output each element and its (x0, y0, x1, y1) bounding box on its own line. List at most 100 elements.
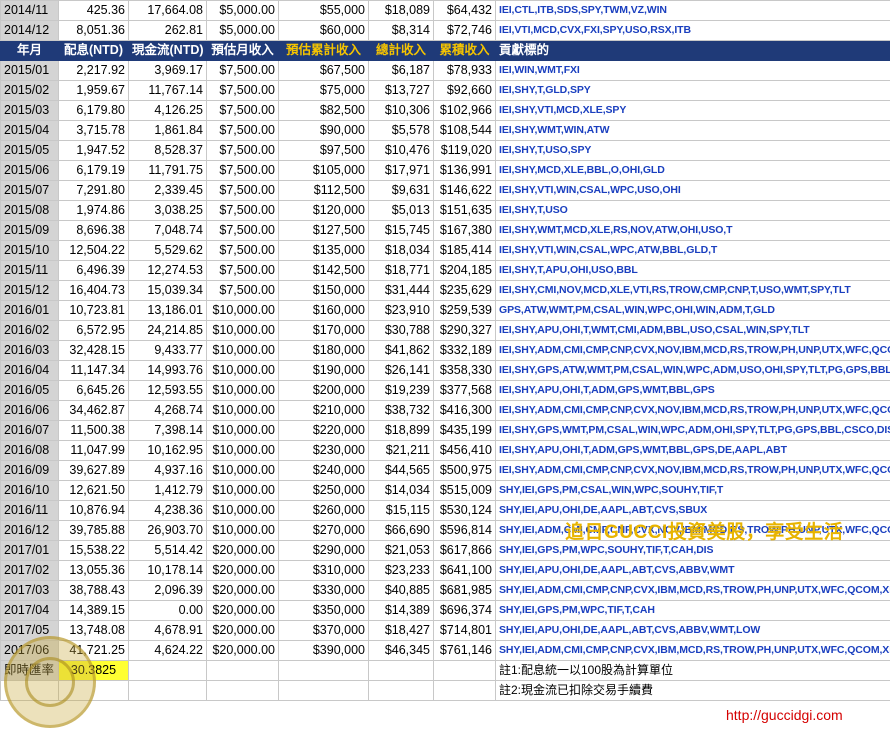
row-total[interactable]: $10,306 (368, 100, 434, 121)
row-cashflow[interactable]: 11,791.75 (128, 160, 207, 181)
row-accum[interactable]: $108,544 (433, 120, 496, 141)
row-est-cumulative[interactable]: $75,000 (278, 80, 369, 101)
row-est-cumulative[interactable]: $210,000 (278, 400, 369, 421)
row-stocks[interactable]: SHY,IEI,ADM,CMI,CMP,CNP,CVX,NOV,IBM,MCD,… (495, 520, 890, 541)
row-month[interactable]: 2015/12 (0, 280, 59, 301)
row-cashflow[interactable]: 4,126.25 (128, 100, 207, 121)
row-month[interactable]: 2014/11 (0, 0, 59, 21)
row-dividend[interactable]: 6,179.19 (58, 160, 129, 181)
row-est-cumulative[interactable]: $135,000 (278, 240, 369, 261)
row-total[interactable]: $18,089 (368, 0, 434, 21)
row-est-monthly[interactable]: $10,000.00 (206, 340, 279, 361)
row-dividend[interactable]: 14,389.15 (58, 600, 129, 621)
row-dividend[interactable]: 6,645.26 (58, 380, 129, 401)
row-month[interactable]: 2016/08 (0, 440, 59, 461)
row-dividend[interactable]: 32,428.15 (58, 340, 129, 361)
row-accum[interactable]: $151,635 (433, 200, 496, 221)
row-dividend[interactable]: 425.36 (58, 0, 129, 21)
row-est-cumulative[interactable]: $330,000 (278, 580, 369, 601)
row-total[interactable]: $5,578 (368, 120, 434, 141)
row-accum[interactable]: $119,020 (433, 140, 496, 161)
row-dividend[interactable]: 3,715.78 (58, 120, 129, 141)
row-est-cumulative[interactable]: $60,000 (278, 20, 369, 41)
row-accum[interactable]: $617,866 (433, 540, 496, 561)
empty-cell[interactable] (206, 660, 279, 681)
row-est-monthly[interactable]: $10,000.00 (206, 300, 279, 321)
row-est-monthly[interactable]: $10,000.00 (206, 320, 279, 341)
row-total[interactable]: $38,732 (368, 400, 434, 421)
row-stocks[interactable]: IEI,SHY,APU,OHI,T,WMT,CMI,ADM,BBL,USO,CS… (495, 320, 890, 341)
row-stocks[interactable]: IEI,SHY,APU,OHI,T,ADM,GPS,WMT,BBL,GPS (495, 380, 890, 401)
row-est-monthly[interactable]: $7,500.00 (206, 60, 279, 81)
row-month[interactable]: 2016/03 (0, 340, 59, 361)
row-stocks[interactable]: GPS,ATW,WMT,PM,CSAL,WIN,WPC,OHI,WIN,ADM,… (495, 300, 890, 321)
row-stocks[interactable]: SHY,IEI,APU,OHI,DE,AAPL,ABT,CVS,SBUX (495, 500, 890, 521)
header-month[interactable]: 年月 (0, 40, 59, 61)
row-est-monthly[interactable]: $10,000.00 (206, 360, 279, 381)
row-stocks[interactable]: SHY,IEI,APU,OHI,DE,AAPL,ABT,CVS,ABBV,WMT (495, 560, 890, 581)
row-cashflow[interactable]: 10,162.95 (128, 440, 207, 461)
row-month[interactable]: 2015/11 (0, 260, 59, 281)
row-dividend[interactable]: 6,572.95 (58, 320, 129, 341)
row-total[interactable]: $26,141 (368, 360, 434, 381)
row-dividend[interactable]: 13,748.08 (58, 620, 129, 641)
header-accum[interactable]: 累積收入 (433, 40, 496, 61)
row-stocks[interactable]: IEI,VTI,MCD,CVX,FXI,SPY,USO,RSX,ITB (495, 20, 890, 41)
row-accum[interactable]: $259,539 (433, 300, 496, 321)
row-accum[interactable]: $358,330 (433, 360, 496, 381)
row-total[interactable]: $30,788 (368, 320, 434, 341)
row-stocks[interactable]: SHY,IEI,APU,OHI,DE,AAPL,ABT,CVS,ABBV,WMT… (495, 620, 890, 641)
row-accum[interactable]: $681,985 (433, 580, 496, 601)
row-est-monthly[interactable]: $10,000.00 (206, 420, 279, 441)
row-accum[interactable]: $500,975 (433, 460, 496, 481)
empty-cell[interactable] (368, 660, 434, 681)
row-est-monthly[interactable]: $7,500.00 (206, 240, 279, 261)
row-dividend[interactable]: 11,147.34 (58, 360, 129, 381)
empty-cell[interactable] (433, 660, 496, 681)
header-total[interactable]: 總計收入 (368, 40, 434, 61)
row-accum[interactable]: $696,374 (433, 600, 496, 621)
row-est-cumulative[interactable]: $55,000 (278, 0, 369, 21)
row-month[interactable]: 2014/12 (0, 20, 59, 41)
row-cashflow[interactable]: 17,664.08 (128, 0, 207, 21)
row-est-monthly[interactable]: $10,000.00 (206, 400, 279, 421)
row-accum[interactable]: $136,991 (433, 160, 496, 181)
row-est-cumulative[interactable]: $127,500 (278, 220, 369, 241)
row-stocks[interactable]: SHY,IEI,GPS,PM,WPC,SOUHY,TIF,T,CAH,DIS (495, 540, 890, 561)
row-month[interactable]: 2016/07 (0, 420, 59, 441)
row-total[interactable]: $21,053 (368, 540, 434, 561)
row-accum[interactable]: $167,380 (433, 220, 496, 241)
row-est-monthly[interactable]: $7,500.00 (206, 200, 279, 221)
row-est-monthly[interactable]: $7,500.00 (206, 180, 279, 201)
row-est-cumulative[interactable]: $310,000 (278, 560, 369, 581)
row-est-cumulative[interactable]: $67,500 (278, 60, 369, 81)
row-cashflow[interactable]: 4,937.16 (128, 460, 207, 481)
row-cashflow[interactable]: 1,861.84 (128, 120, 207, 141)
row-cashflow[interactable]: 8,528.37 (128, 140, 207, 161)
row-est-monthly[interactable]: $10,000.00 (206, 460, 279, 481)
row-est-monthly[interactable]: $5,000.00 (206, 0, 279, 21)
row-est-monthly[interactable]: $7,500.00 (206, 80, 279, 101)
row-accum[interactable]: $515,009 (433, 480, 496, 501)
row-est-monthly[interactable]: $7,500.00 (206, 140, 279, 161)
row-dividend[interactable]: 7,291.80 (58, 180, 129, 201)
row-total[interactable]: $18,427 (368, 620, 434, 641)
row-total[interactable]: $5,013 (368, 200, 434, 221)
row-total[interactable]: $18,771 (368, 260, 434, 281)
row-cashflow[interactable]: 7,398.14 (128, 420, 207, 441)
row-dividend[interactable]: 8,696.38 (58, 220, 129, 241)
row-month[interactable]: 2015/06 (0, 160, 59, 181)
row-stocks[interactable]: IEI,SHY,T,APU,OHI,USO,BBL (495, 260, 890, 281)
row-est-cumulative[interactable]: $180,000 (278, 340, 369, 361)
row-est-monthly[interactable]: $10,000.00 (206, 380, 279, 401)
row-month[interactable]: 2017/02 (0, 560, 59, 581)
row-stocks[interactable]: IEI,SHY,GPS,WMT,PM,CSAL,WIN,WPC,ADM,OHI,… (495, 420, 890, 441)
row-total[interactable]: $46,345 (368, 640, 434, 661)
row-cashflow[interactable]: 15,039.34 (128, 280, 207, 301)
row-month[interactable]: 2016/10 (0, 480, 59, 501)
empty-cell[interactable] (278, 660, 369, 681)
row-cashflow[interactable]: 2,339.45 (128, 180, 207, 201)
row-dividend[interactable]: 6,496.39 (58, 260, 129, 281)
row-est-cumulative[interactable]: $240,000 (278, 460, 369, 481)
row-total[interactable]: $8,314 (368, 20, 434, 41)
